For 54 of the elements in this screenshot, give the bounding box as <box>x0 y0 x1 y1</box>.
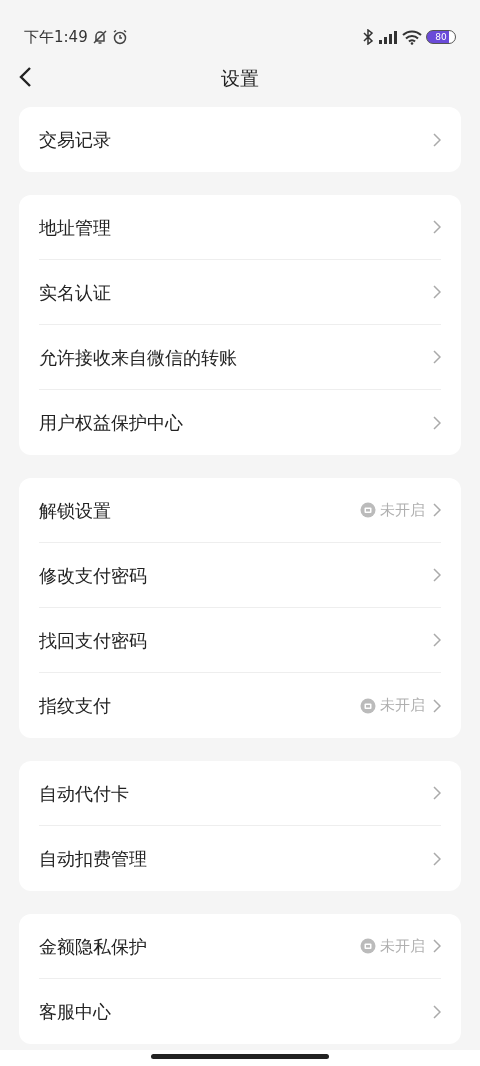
row-label: 指纹支付 <box>39 694 111 718</box>
chevron-icon <box>433 415 441 430</box>
settings-row[interactable]: 交易记录 <box>39 107 441 172</box>
chevron-icon <box>433 633 441 647</box>
settings-row[interactable]: 解锁设置 未开启 <box>39 478 441 543</box>
status-text: 未开启 <box>380 695 425 717</box>
status-time: 下午1:49 <box>24 26 88 48</box>
bluetooth-icon <box>362 29 374 45</box>
chevron-icon <box>433 350 441 364</box>
row-label: 地址管理 <box>39 215 111 240</box>
row-label: 自动代付卡 <box>39 781 129 806</box>
muted-bell-icon <box>91 29 108 45</box>
back-icon[interactable] <box>18 66 32 88</box>
row-label: 允许接收来自微信的转账 <box>39 345 237 370</box>
page-title: 设置 <box>221 65 259 91</box>
row-label: 解锁设置 <box>39 498 111 523</box>
settings-row[interactable]: 修改支付密码 <box>39 543 441 608</box>
settings-row[interactable]: 地址管理 <box>39 195 441 260</box>
alarm-icon <box>111 29 128 45</box>
settings-row[interactable]: 客服中心 <box>39 979 441 1044</box>
settings-row[interactable]: 允许接收来自微信的转账 <box>39 325 441 390</box>
row-label: 找回支付密码 <box>39 628 147 653</box>
chevron-icon <box>433 132 441 147</box>
chevron-icon <box>433 568 441 582</box>
chevron-icon <box>433 1004 441 1019</box>
chevron-icon <box>433 698 441 713</box>
row-label: 交易记录 <box>39 128 111 152</box>
settings-row[interactable]: 自动扣费管理 <box>39 826 441 891</box>
settings-row[interactable]: 找回支付密码 <box>39 608 441 673</box>
battery-icon: 80 <box>426 30 456 44</box>
row-label: 自动扣费管理 <box>39 847 147 871</box>
status-text: 未开启 <box>380 935 425 957</box>
row-label: 修改支付密码 <box>39 563 147 588</box>
row-label: 用户权益保护中心 <box>39 411 183 435</box>
settings-row[interactable]: 自动代付卡 <box>39 761 441 826</box>
chevron-icon <box>433 220 441 234</box>
settings-row[interactable]: 指纹支付 未开启 <box>39 673 441 738</box>
chevron-icon <box>433 786 441 800</box>
lock-icon <box>360 697 376 714</box>
chevron-icon <box>433 851 441 866</box>
settings-row[interactable]: 金额隐私保护 未开启 <box>39 914 441 979</box>
settings-row[interactable]: 用户权益保护中心 <box>39 390 441 455</box>
chevron-icon <box>433 939 441 953</box>
lock-icon <box>360 938 376 954</box>
status-text: 未开启 <box>380 499 425 521</box>
chevron-icon <box>433 285 441 299</box>
wifi-icon <box>402 29 422 45</box>
row-label: 金额隐私保护 <box>39 934 147 959</box>
signal-icon <box>378 30 398 44</box>
row-label: 客服中心 <box>39 1000 111 1024</box>
chevron-icon <box>433 503 441 517</box>
lock-icon <box>360 502 376 518</box>
settings-row[interactable]: 实名认证 <box>39 260 441 325</box>
row-label: 实名认证 <box>39 280 111 305</box>
